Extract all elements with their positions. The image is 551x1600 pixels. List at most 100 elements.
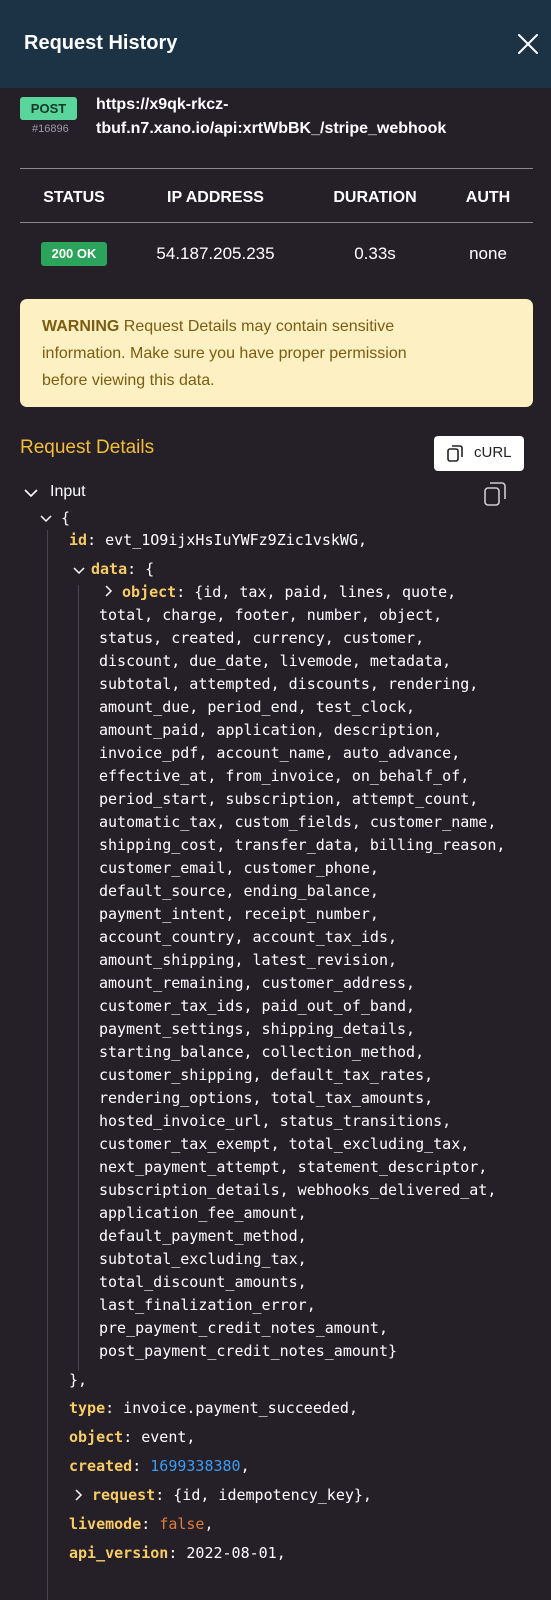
close-icon [518,34,538,54]
object-line: total_discount_amounts, [99,1273,307,1291]
field-value: 1699338380 [150,1457,241,1475]
warning-line-2: information. Make sure you have proper p… [42,345,407,362]
object-line: application_fee_amount, [99,1204,307,1222]
object-line: effective_at, from_invoice, on_behalf_of… [99,767,470,785]
field-value: : { [127,560,155,578]
chevron-down-icon [24,489,38,498]
field-key: livemode [69,1515,142,1533]
object-line: invoice_pdf, account_name, auto_advance, [99,744,461,762]
field-api-version: api_version: 2022-08-01, [69,1544,286,1562]
data-close-brace: }, [69,1371,88,1389]
field-value: false [159,1515,205,1533]
request-url: https://x9qk-rkcz- tbuf.n7.xano.io/api:x… [96,93,536,141]
warning-line-1: WARNING Request Details may contain sens… [42,313,511,340]
copy-icon [484,482,506,506]
field-value: : {id, tax, paid, lines, quote, [176,583,457,601]
column-status: STATUS [43,189,105,206]
object-line: account_country, account_tax_ids, [99,928,398,946]
field-value: : invoice.payment_succeeded, [105,1399,358,1417]
field-created: created: 1699338380, [69,1457,250,1475]
object-line: subtotal, attempted, discounts, renderin… [99,675,479,693]
object-line: rendering_options, total_tax_amounts, [99,1089,434,1107]
object-line: customer_tax_ids, paid_out_of_band, [99,997,416,1015]
object-line: amount_paid, application, description, [99,721,443,739]
field-key: object [69,1428,124,1446]
field-key: request [92,1486,156,1504]
input-label: Input [50,483,86,500]
table-header-rule [20,222,533,223]
table-top-rule [20,168,533,169]
field-value: : {id, idempotency_key}, [155,1486,372,1504]
warning-line-3: before viewing this data. [42,372,215,389]
object-line: customer_email, customer_phone, [99,859,379,877]
copy-icon [447,445,463,462]
method-badge: POST [20,97,77,120]
object-line: total, charge, footer, number, object, [99,606,443,624]
object-line: customer_tax_exempt, total_excluding_tax… [99,1135,470,1153]
panel-header: Request History [0,0,551,88]
object-line: pre_payment_credit_notes_amount, [99,1319,388,1337]
field-id: id: evt_1O9ijxHsIuYWFz9Zic1vskWG, [69,531,367,549]
field-request: request: {id, idempotency_key}, [92,1486,372,1504]
request-id: #16896 [32,123,69,135]
curl-button[interactable]: cURL [434,436,524,471]
object-line: payment_intent, receipt_number, [99,905,379,923]
auth-value: none [469,244,507,263]
warning-text-1: Request Details may contain sensitive [119,318,395,335]
duration-value: 0.33s [354,244,396,263]
object-line: default_payment_method, [99,1227,307,1245]
field-key: object [122,583,177,601]
object-line: discount, due_date, livemode, metadata, [99,652,452,670]
close-button[interactable] [516,32,540,56]
object-line: payment_settings, shipping_details, [99,1020,416,1038]
field-type: type: invoice.payment_succeeded, [69,1399,358,1417]
object-line: period_start, subscription, attempt_coun… [99,790,479,808]
chevron-right-icon[interactable] [105,585,113,597]
field-value: : 2022-08-01, [168,1544,286,1562]
chevron-down-icon[interactable] [40,515,52,523]
request-details-title: Request Details [20,437,155,458]
object-line: subtotal_excluding_tax, [99,1250,307,1268]
object-line: status, created, currency, customer, [99,629,425,647]
object-line: starting_balance, collection_method, [99,1043,425,1061]
object-line: post_payment_credit_notes_amount} [99,1342,398,1360]
tree-guide-data [78,585,79,1371]
field-value: : event, [123,1428,196,1446]
field-key: created [69,1457,133,1475]
object-line: shipping_cost, transfer_data, billing_re… [99,836,506,854]
object-line: hosted_invoice_url, status_transitions, [99,1112,452,1130]
object-line: default_source, ending_balance, [99,882,379,900]
copy-input-button[interactable] [484,482,508,508]
field-livemode: livemode: false, [69,1515,214,1533]
status-badge: 200 OK [41,242,107,266]
field-key: data [91,560,128,578]
field-key: id [69,531,88,549]
root-open-brace: { [61,509,71,527]
column-ip-address: IP ADDRESS [167,189,264,206]
object-line: amount_due, period_end, test_clock, [99,698,416,716]
object-line: amount_remaining, customer_address, [99,974,416,992]
object-line: automatic_tax, custom_fields, customer_n… [99,813,497,831]
object-line: last_finalization_error, [99,1296,316,1314]
object-line: customer_shipping, default_tax_rates, [99,1066,434,1084]
request-url-line-1: https://x9qk-rkcz- [96,96,229,113]
field-object: object: {id, tax, paid, lines, quote, [122,583,456,601]
field-data: data: { [91,560,154,578]
column-auth: AUTH [465,189,511,206]
input-toggle[interactable]: Input [20,483,320,505]
request-url-line-2: tbuf.n7.xano.io/api:xrtWbBK_/stripe_webh… [96,120,447,137]
object-line: amount_shipping, latest_revision, [99,951,398,969]
field-value: : evt_1O9ijxHsIuYWFz9Zic1vskWG, [87,531,368,549]
chevron-down-icon[interactable] [73,567,85,575]
warning-box: WARNING Request Details may contain sens… [20,299,533,407]
object-line: next_payment_attempt, statement_descript… [99,1158,488,1176]
panel-title: Request History [24,32,178,54]
object-line: subscription_details, webhooks_delivered… [99,1181,497,1199]
field-key: type [69,1399,106,1417]
column-duration: DURATION [333,189,417,206]
field-object: object: event, [69,1428,195,1446]
warning-label: WARNING [42,318,120,335]
ip-address-value: 54.187.205.235 [156,244,275,263]
curl-label: cURL [474,444,512,461]
chevron-right-icon[interactable] [75,1489,83,1501]
